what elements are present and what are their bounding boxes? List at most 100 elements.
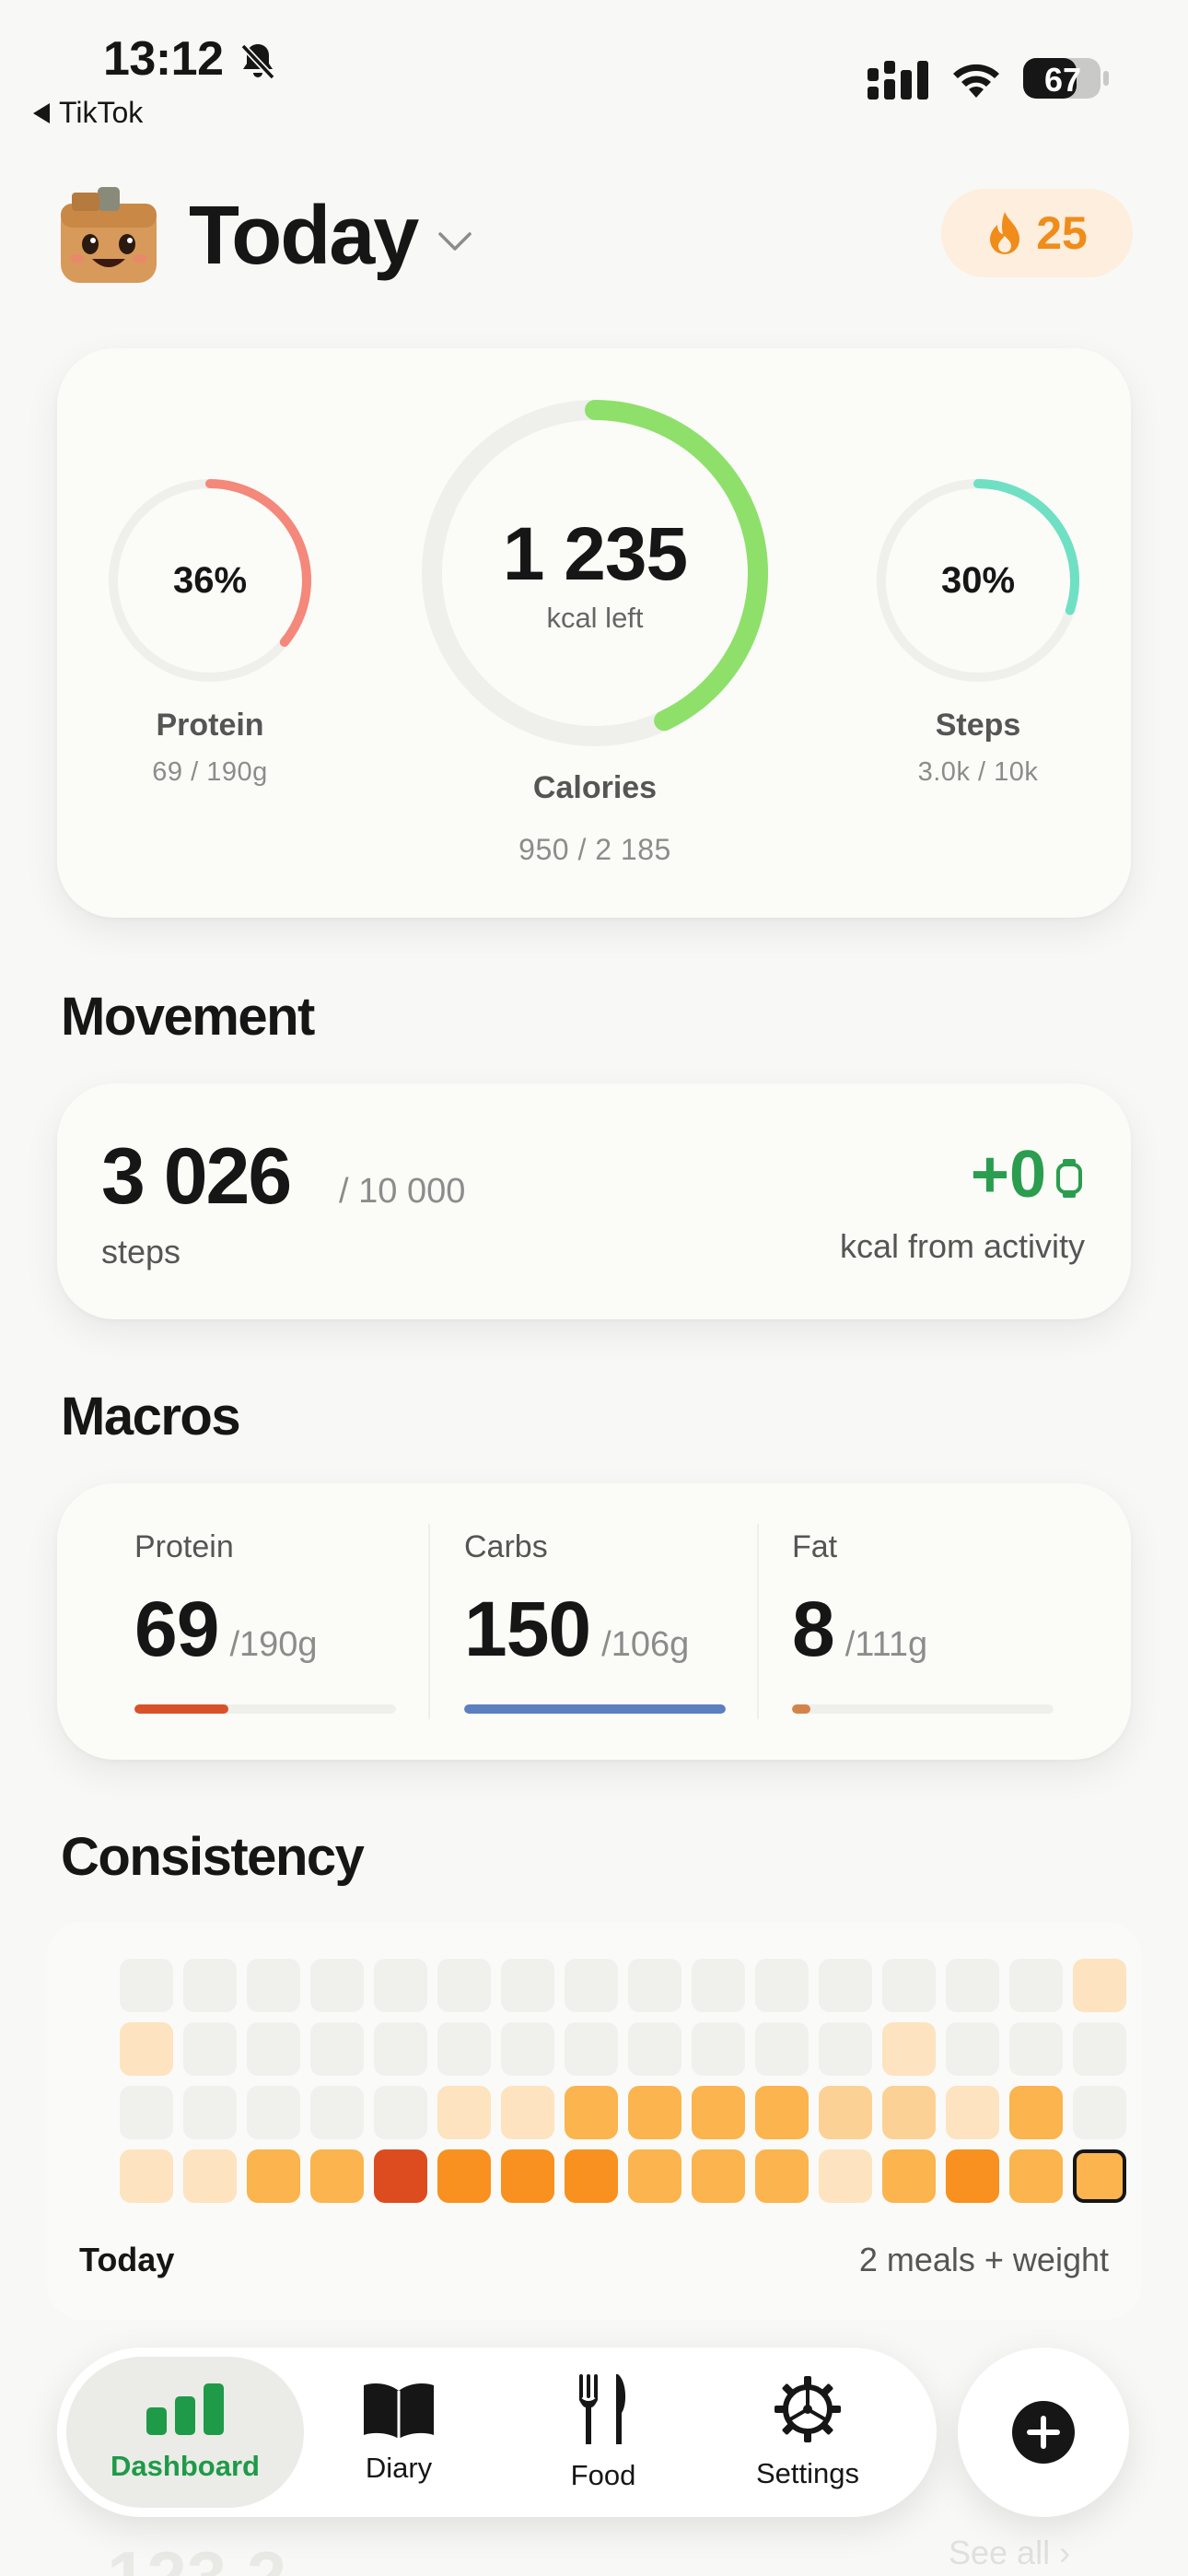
heatmap-cell xyxy=(1009,2086,1063,2139)
steps-label: Steps xyxy=(935,708,1021,743)
macro-goal: /190g xyxy=(229,1625,318,1664)
steps-percent: 30% xyxy=(940,559,1016,601)
tab-label: Settings xyxy=(755,2457,859,2489)
heatmap-cell xyxy=(501,2086,554,2139)
macros-card[interactable]: Protein 69/190g Carbs 150/106g Fat 8/111… xyxy=(57,1483,1131,1760)
macro-protein: Protein 69/190g xyxy=(134,1483,411,1760)
macro-name: Protein xyxy=(134,1529,234,1564)
tab-settings[interactable]: Settings xyxy=(729,2348,886,2517)
heatmap-cell xyxy=(120,1959,173,2012)
tab-dashboard[interactable]: Dashboard xyxy=(66,2357,304,2508)
macros-title: Macros xyxy=(61,1387,241,1446)
plus-icon xyxy=(1012,2401,1075,2464)
chevron-down-icon xyxy=(438,231,472,251)
heatmap-cell xyxy=(692,2086,745,2139)
flame-icon xyxy=(990,212,1020,254)
book-icon xyxy=(364,2383,434,2439)
heatmap-cell xyxy=(1009,2149,1063,2203)
heatmap-cell xyxy=(755,1959,809,2012)
heatmap-cell xyxy=(183,2149,237,2203)
heatmap-cell xyxy=(565,2149,618,2203)
streak-badge[interactable]: 25 xyxy=(941,189,1133,277)
tab-diary[interactable]: Diary xyxy=(330,2348,468,2517)
macro-goal: /111g xyxy=(844,1625,928,1664)
heatmap-cell xyxy=(692,2149,745,2203)
macro-progress-bar xyxy=(134,1704,396,1714)
header: Today 25 xyxy=(55,180,1133,290)
heatmap-cell xyxy=(247,1959,300,2012)
add-entry-button[interactable] xyxy=(958,2348,1129,2517)
heatmap-cell xyxy=(946,1959,999,2012)
today-label: Today xyxy=(79,2241,175,2278)
movement-card[interactable]: 3 026 / 10 000 steps +0 kcal from activi… xyxy=(57,1083,1131,1319)
macro-progress-fill xyxy=(134,1704,229,1714)
heatmap-cell xyxy=(437,2022,491,2076)
heatmap-cell xyxy=(755,2149,809,2203)
macro-progress-fill xyxy=(464,1704,726,1714)
see-all-link[interactable]: See all › xyxy=(949,2534,1070,2572)
heatmap-cell xyxy=(1073,2022,1126,2076)
heatmap-cell xyxy=(882,2149,936,2203)
calories-left-label: kcal left xyxy=(546,602,644,634)
streak-count: 25 xyxy=(1036,207,1088,259)
gear-icon xyxy=(775,2376,841,2442)
status-time: 13:12 xyxy=(103,32,224,86)
heatmap-cell xyxy=(183,1959,237,2012)
macro-name: Fat xyxy=(792,1529,838,1564)
heatmap-cell xyxy=(946,2086,999,2139)
bell-slash-icon xyxy=(240,43,275,80)
macro-progress-bar xyxy=(792,1704,1054,1714)
heatmap-cell xyxy=(565,2022,618,2076)
heatmap-cell xyxy=(310,2086,364,2139)
protein-percent: 36% xyxy=(172,559,248,601)
heatmap-cell xyxy=(819,2086,872,2139)
heatmap-cell xyxy=(1073,1959,1126,2012)
page-title: Today xyxy=(189,190,419,282)
heatmap-cell xyxy=(628,2086,681,2139)
steps-count: 3 026 xyxy=(101,1132,292,1221)
heatmap-cell xyxy=(310,2149,364,2203)
fork-knife-icon xyxy=(579,2374,626,2444)
heatmap-cell xyxy=(755,2022,809,2076)
heatmap-cell xyxy=(374,2022,427,2076)
heatmap-cell xyxy=(565,2086,618,2139)
heatmap-cell xyxy=(437,1959,491,2012)
tab-label: Dashboard xyxy=(111,2450,260,2482)
today-summary: 2 meals + weight xyxy=(858,2241,1109,2278)
heatmap-cell xyxy=(692,1959,745,2012)
heatmap-cell xyxy=(946,2149,999,2203)
heatmap-cell xyxy=(692,2022,745,2076)
tab-food[interactable]: Food xyxy=(534,2348,672,2517)
heatmap-cell xyxy=(882,2086,936,2139)
calories-detail: 950 / 2 185 xyxy=(518,833,671,866)
heatmap-cell xyxy=(819,1959,872,2012)
heatmap-cell xyxy=(310,1959,364,2012)
macro-goal: /106g xyxy=(601,1625,690,1664)
daily-summary-card[interactable]: 36% Protein 69 / 190g 1 235 kcal left Ca… xyxy=(57,348,1131,918)
heatmap-cell xyxy=(310,2022,364,2076)
heatmap-cell xyxy=(183,2086,237,2139)
macro-name: Carbs xyxy=(464,1529,548,1564)
steps-amount: 3.0k / 10k xyxy=(917,757,1039,787)
heatmap-cell xyxy=(628,2022,681,2076)
date-selector[interactable]: Today xyxy=(189,189,472,284)
macro-fat: Fat 8/111g xyxy=(792,1483,1068,1760)
consistency-card[interactable]: Today 2 meals + weight xyxy=(46,1922,1142,2320)
steps-goal: / 10 000 xyxy=(339,1172,466,1211)
avatar[interactable] xyxy=(55,180,162,287)
heatmap-cell xyxy=(374,2149,427,2203)
tab-bar: Dashboard Diary Food Settings xyxy=(57,2348,937,2517)
heatmap-cell xyxy=(882,1959,936,2012)
protein-label: Protein xyxy=(156,708,264,743)
calories-ring: 1 235 kcal left xyxy=(422,400,768,746)
heatmap-cell xyxy=(120,2022,173,2076)
heatmap-cell xyxy=(183,2022,237,2076)
weight-value: 123.2 xyxy=(107,2535,286,2576)
heatmap-cell xyxy=(437,2149,491,2203)
macro-carbs: Carbs 150/106g xyxy=(464,1483,740,1760)
heatmap-cell xyxy=(628,2149,681,2203)
back-to-app-link[interactable]: TikTok xyxy=(33,96,143,130)
steps-ring: 30% xyxy=(877,479,1079,682)
consistency-title: Consistency xyxy=(61,1827,365,1887)
heatmap-cell xyxy=(1009,1959,1063,2012)
